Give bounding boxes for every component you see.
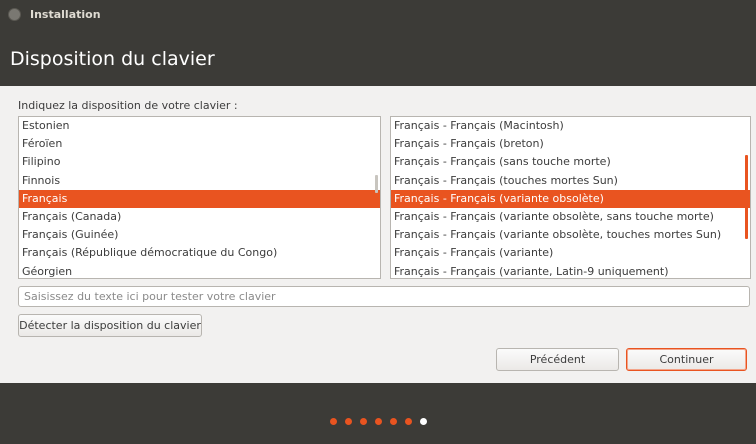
list-item[interactable]: Français - Français (variante obsolète) <box>391 189 750 208</box>
list-item[interactable]: Français - Français (variante obsolète, … <box>391 226 750 244</box>
list-item[interactable]: Français - Français (sans touche morte) <box>391 153 750 171</box>
list-item[interactable]: Français - Français (Macintosh) <box>391 117 750 135</box>
footer-bar <box>0 383 756 444</box>
progress-dot <box>420 418 427 425</box>
progress-dot <box>360 418 367 425</box>
list-item[interactable]: Français - Français (variante, Latin-9 u… <box>391 263 750 279</box>
installer-window: Installation Disposition du clavier Indi… <box>0 0 756 444</box>
continue-button[interactable]: Continuer <box>626 348 747 371</box>
list-item[interactable]: Français - Français (touches mortes Sun) <box>391 172 750 190</box>
keyboard-variant-list[interactable]: Français - Français (Macintosh) Français … <box>390 116 751 279</box>
keyboard-layout-list[interactable]: Estonien Féroïen Filipino Finnois Français Fr… <box>18 116 381 279</box>
progress-dot <box>345 418 352 425</box>
window-close-button[interactable] <box>8 8 21 21</box>
list-item[interactable]: Finnois <box>19 172 380 190</box>
progress-dot <box>390 418 397 425</box>
keyboard-test-input[interactable] <box>18 286 750 307</box>
list-item[interactable]: Français - Français (breton) <box>391 135 750 153</box>
layout-list-scrollbar[interactable] <box>375 175 378 193</box>
previous-button[interactable]: Précédent <box>496 348 619 371</box>
page-title: Disposition du clavier <box>10 48 215 70</box>
list-item[interactable]: Français <box>19 189 380 208</box>
list-item[interactable]: Français - Français (variante obsolète, … <box>391 208 750 226</box>
list-item[interactable]: Géorgien <box>19 263 380 279</box>
window-title: Installation <box>30 8 101 21</box>
list-item[interactable]: Féroïen <box>19 135 380 153</box>
progress-dot <box>405 418 412 425</box>
list-item[interactable]: Estonien <box>19 117 380 135</box>
progress-dot <box>330 418 337 425</box>
layout-prompt-label: Indiquez la disposition de votre clavier… <box>18 99 238 112</box>
title-bar: Installation <box>0 0 756 30</box>
list-item[interactable]: Français (Guinée) <box>19 226 380 244</box>
list-item[interactable]: Filipino <box>19 153 380 171</box>
list-item[interactable]: Français - Français (variante) <box>391 244 750 262</box>
variant-list-scrollbar[interactable] <box>745 155 748 239</box>
progress-dot <box>375 418 382 425</box>
list-item[interactable]: Français (République démocratique du Con… <box>19 244 380 262</box>
detect-layout-button[interactable]: Détecter la disposition du clavier <box>18 314 202 337</box>
list-item[interactable]: Français (Canada) <box>19 208 380 226</box>
page-header: Disposition du clavier <box>0 30 756 86</box>
